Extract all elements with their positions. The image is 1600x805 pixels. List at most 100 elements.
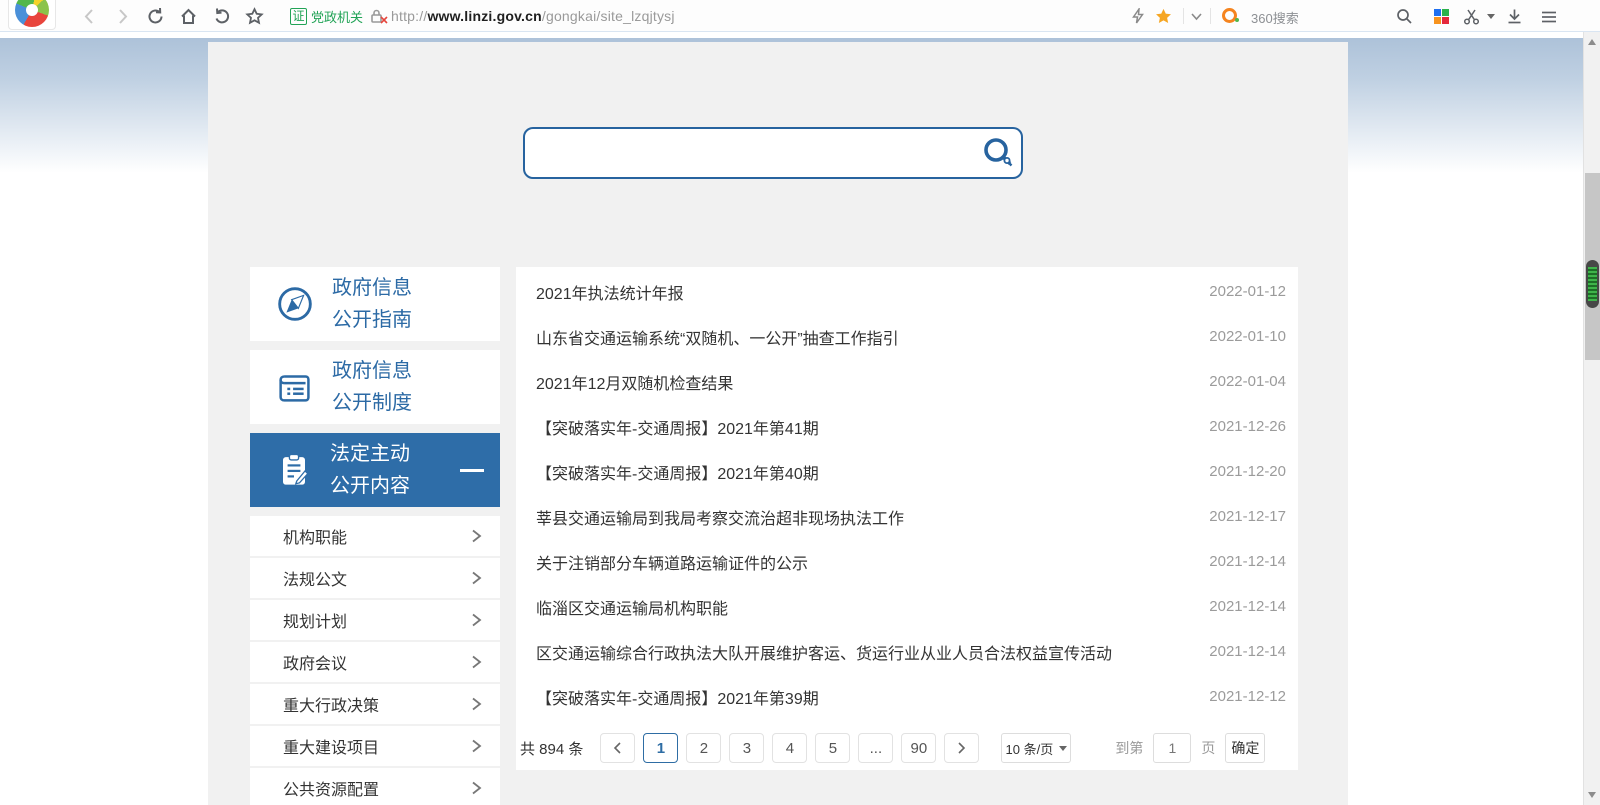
search-engine-label[interactable]: 360搜索 bbox=[1251, 8, 1299, 27]
screenshot-scissors-icon[interactable] bbox=[1463, 8, 1481, 26]
list-item: 【突破落实年-交通周报】2021年第41期 2021-12-26 bbox=[516, 404, 1298, 449]
chevron-right-icon bbox=[472, 613, 482, 627]
page-button-1[interactable]: 1 bbox=[643, 733, 679, 763]
article-link[interactable]: 莘县交通运输局到我局考察交流治超非现场执法工作 bbox=[536, 505, 904, 529]
scroll-down-icon[interactable] bbox=[1588, 792, 1596, 798]
content-container: 政府信息 公开指南 政府信息 公开制度 法定主动 公开内容 机构职能 法规公文 … bbox=[208, 42, 1348, 805]
submenu-item[interactable]: 重大建设项目 bbox=[250, 726, 500, 766]
article-date: 2022-01-10 bbox=[1209, 328, 1286, 345]
sidebar-nav: 政府信息 公开指南 政府信息 公开制度 法定主动 公开内容 机构职能 法规公文 … bbox=[250, 267, 500, 805]
home-icon[interactable] bbox=[179, 7, 198, 26]
undo-icon[interactable] bbox=[213, 7, 232, 26]
page-size-select[interactable]: 10 条/页 bbox=[1001, 733, 1072, 763]
article-link[interactable]: 【突破落实年-交通周报】2021年第40期 bbox=[536, 460, 819, 484]
collapse-minus-icon[interactable] bbox=[460, 469, 484, 472]
clipboard-pen-icon bbox=[283, 453, 309, 485]
list-item: 【突破落实年-交通周报】2021年第40期 2021-12-20 bbox=[516, 449, 1298, 494]
list-item: 区交通运输综合行政执法大队开展维护客运、货运行业从业人员合法权益宣传活动 2021… bbox=[516, 629, 1298, 674]
chevron-right-icon bbox=[472, 655, 482, 669]
search-engine-logo-icon[interactable] bbox=[1222, 8, 1239, 23]
goto-page-input[interactable] bbox=[1153, 733, 1192, 763]
article-date: 2021-12-14 bbox=[1209, 598, 1286, 615]
submenu-item[interactable]: 法规公文 bbox=[250, 558, 500, 598]
submenu-item[interactable]: 规划计划 bbox=[250, 600, 500, 640]
accelerator-lightning-icon[interactable] bbox=[1130, 8, 1146, 24]
site-cert-badge: 证 党政机关 bbox=[290, 7, 363, 26]
prev-page-button[interactable] bbox=[600, 733, 636, 763]
page-unit-label: 页 bbox=[1201, 740, 1216, 756]
article-date: 2022-01-04 bbox=[1209, 373, 1286, 390]
cert-icon: 证 bbox=[290, 7, 307, 25]
favorite-star-icon[interactable] bbox=[1155, 8, 1172, 25]
submenu-item[interactable]: 公共资源配置 bbox=[250, 768, 500, 805]
url-text[interactable]: http://www.linzi.gov.cn/gongkai/site_lzq… bbox=[391, 8, 675, 24]
select-caret-icon bbox=[1059, 745, 1068, 751]
address-bar[interactable]: 证 党政机关 http://www.linzi.gov.cn/gongkai/s… bbox=[290, 0, 675, 32]
list-item: 关于注销部分车辆道路运输证件的公示 2021-12-14 bbox=[516, 539, 1298, 584]
refresh-icon[interactable] bbox=[146, 7, 165, 26]
find-icon[interactable] bbox=[1396, 8, 1413, 25]
insecure-lock-icon bbox=[370, 8, 388, 24]
chevron-right-icon bbox=[958, 742, 966, 754]
browser-logo-button[interactable] bbox=[8, 0, 56, 30]
total-count-label: 共 894 条 bbox=[520, 740, 584, 758]
page-button-3[interactable]: 3 bbox=[729, 733, 765, 763]
submenu-item[interactable]: 政府会议 bbox=[250, 642, 500, 682]
browser-logo-icon bbox=[15, 0, 49, 27]
page-scrollbar[interactable] bbox=[1583, 32, 1600, 805]
article-link[interactable]: 区交通运输综合行政执法大队开展维护客运、货运行业从业人员合法权益宣传活动 bbox=[536, 640, 1112, 664]
sidebar-item-statutory-disclosure[interactable]: 法定主动 公开内容 bbox=[250, 433, 500, 507]
article-link[interactable]: 【突破落实年-交通周报】2021年第41期 bbox=[536, 415, 819, 439]
goto-confirm-button[interactable]: 确定 bbox=[1225, 733, 1266, 763]
article-date: 2021-12-17 bbox=[1209, 508, 1286, 525]
article-link[interactable]: 2021年执法统计年报 bbox=[536, 280, 684, 304]
article-link[interactable]: 【突破落实年-交通周报】2021年第39期 bbox=[536, 685, 819, 709]
pagination-bar: 共 894 条 1 2 3 4 5 ... 90 10 条/页 到第 1 页 确… bbox=[516, 732, 1298, 764]
article-link[interactable]: 临淄区交通运输局机构职能 bbox=[536, 595, 728, 619]
list-item: 山东省交通运输系统“双随机、一公开”抽查工作指引 2022-01-10 bbox=[516, 314, 1298, 359]
article-list-panel: 2021年执法统计年报 2022-01-12 山东省交通运输系统“双随机、一公开”… bbox=[516, 267, 1298, 770]
article-link[interactable]: 关于注销部分车辆道路运输证件的公示 bbox=[536, 550, 808, 574]
scissors-dropdown-icon[interactable] bbox=[1487, 14, 1495, 19]
page-button-5[interactable]: 5 bbox=[815, 733, 851, 763]
site-search-button[interactable] bbox=[975, 129, 1021, 177]
scroll-up-icon[interactable] bbox=[1588, 39, 1596, 45]
page-ellipsis[interactable]: ... bbox=[858, 733, 894, 763]
register-book-icon bbox=[279, 375, 310, 402]
compass-icon bbox=[278, 287, 312, 321]
article-link[interactable]: 2021年12月双随机检查结果 bbox=[536, 370, 733, 394]
goto-label: 到第 bbox=[1115, 740, 1144, 756]
page-button-4[interactable]: 4 bbox=[772, 733, 808, 763]
page-viewport: 政府信息 公开指南 政府信息 公开制度 法定主动 公开内容 机构职能 法规公文 … bbox=[0, 32, 1600, 805]
site-search-input[interactable] bbox=[525, 129, 975, 177]
submenu-item[interactable]: 机构职能 bbox=[250, 516, 500, 556]
page-button-90[interactable]: 90 bbox=[901, 733, 937, 763]
chevron-right-icon bbox=[472, 529, 482, 543]
page-button-2[interactable]: 2 bbox=[686, 733, 722, 763]
submenu-item[interactable]: 重大行政决策 bbox=[250, 684, 500, 724]
chevron-right-icon bbox=[472, 781, 482, 795]
article-date: 2021-12-26 bbox=[1209, 418, 1286, 435]
sidebar-item-open-guide[interactable]: 政府信息 公开指南 bbox=[250, 267, 500, 341]
browser-toolbar: 证 党政机关 http://www.linzi.gov.cn/gongkai/s… bbox=[0, 0, 1600, 32]
download-icon[interactable] bbox=[1506, 8, 1523, 25]
list-item: 【突破落实年-交通周报】2021年第39期 2021-12-12 bbox=[516, 674, 1298, 719]
back-icon[interactable] bbox=[80, 7, 99, 26]
scrollbar-grip[interactable] bbox=[1586, 260, 1599, 308]
bookmark-star-icon[interactable] bbox=[245, 7, 264, 26]
next-page-button[interactable] bbox=[944, 733, 980, 763]
list-item: 2021年执法统计年报 2022-01-12 bbox=[516, 269, 1298, 314]
article-date: 2022-01-12 bbox=[1209, 283, 1286, 300]
article-date: 2021-12-12 bbox=[1209, 688, 1286, 705]
list-item: 临淄区交通运输局机构职能 2021-12-14 bbox=[516, 584, 1298, 629]
site-search-box bbox=[523, 127, 1023, 179]
forward-icon[interactable] bbox=[113, 7, 132, 26]
apps-grid-icon[interactable] bbox=[1433, 8, 1450, 25]
toolbar-separator bbox=[1210, 8, 1211, 24]
search-magnifier-icon bbox=[984, 138, 1013, 167]
favorites-dropdown-icon[interactable] bbox=[1190, 10, 1203, 23]
sidebar-item-open-system[interactable]: 政府信息 公开制度 bbox=[250, 350, 500, 424]
chevron-right-icon bbox=[472, 739, 482, 753]
article-link[interactable]: 山东省交通运输系统“双随机、一公开”抽查工作指引 bbox=[536, 325, 899, 349]
menu-hamburger-icon[interactable] bbox=[1540, 8, 1558, 26]
